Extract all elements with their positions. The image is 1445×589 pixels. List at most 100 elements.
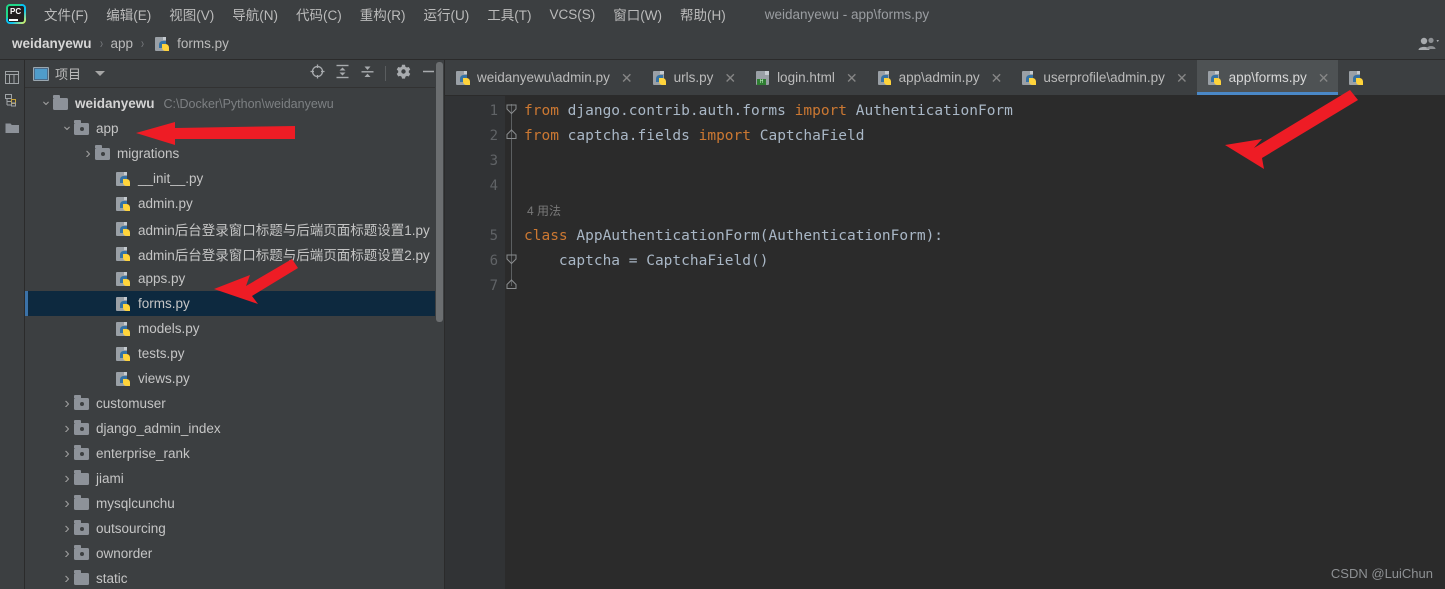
menu-edit[interactable]: 编辑(E) [97,1,160,27]
chevron-right-icon[interactable] [60,573,74,584]
python-file-icon [1022,70,1037,86]
tree-row[interactable]: enterprise_rank [25,441,444,466]
editor-tab-label: app\admin.py [898,70,980,85]
fold-expanded-icon[interactable] [506,104,517,115]
tree-row[interactable]: ownorder [25,541,444,566]
breadcrumb-item-app[interactable]: app [111,36,134,51]
close-icon[interactable]: ✕ [724,71,736,85]
close-icon[interactable]: ✕ [1318,71,1330,85]
menu-code[interactable]: 代码(C) [287,1,351,27]
project-tool-icon[interactable] [2,67,22,87]
chevron-down-icon[interactable] [39,101,53,107]
editor-tab-bar[interactable]: weidanyewu\admin.py ✕ urls.py ✕ Hlogin.html ✕… [445,60,1445,96]
chevron-right-icon[interactable] [60,473,74,484]
menu-help[interactable]: 帮助(H) [671,1,735,27]
chevron-down-icon[interactable] [60,126,74,132]
tree-row-label: ownorder [96,546,153,561]
tree-row[interactable]: admin后台登录窗口标题与后端页面标题设置2.py [25,241,444,266]
python-file-icon [155,36,172,52]
menu-navigate[interactable]: 导航(N) [223,1,287,27]
settings-gear-icon[interactable] [396,64,411,84]
menu-tools[interactable]: 工具(T) [478,1,540,27]
tree-row[interactable]: forms.py [25,291,444,316]
chevron-right-icon[interactable] [81,148,95,159]
pycharm-window: PC 文件(F) 编辑(E) 视图(V) 导航(N) 代码(C) 重构(R) 运… [0,0,1445,589]
editor-tab[interactable]: Hlogin.html ✕ [745,60,867,95]
fold-end-icon[interactable] [506,279,517,290]
tree-row[interactable]: outsourcing [25,516,444,541]
tree-row[interactable]: __init__.py [25,166,444,191]
menu-file[interactable]: 文件(F) [35,1,97,27]
chevron-right-icon[interactable] [60,498,74,509]
editor-tab-label: weidanyewu\admin.py [477,70,610,85]
close-icon[interactable]: ✕ [846,71,858,85]
chevron-right-icon[interactable] [60,523,74,534]
editor-tab[interactable]: app\forms.py ✕ [1196,60,1339,95]
chevron-right-icon[interactable] [60,448,74,459]
python-file-icon [116,221,133,237]
chevron-down-icon[interactable] [95,71,106,76]
people-icon[interactable] [1415,35,1441,53]
editor-tab[interactable]: app\admin.py ✕ [867,60,1012,95]
python-file-icon [652,70,668,86]
line-number: 2 [489,128,498,144]
project-tree[interactable]: weidanyewu C:\Docker\Python\weidanyewu app… [25,88,444,589]
favorites-tool-icon[interactable] [2,117,22,137]
code-editor[interactable]: 1234 567 from django.contrib.auth.forms … [445,96,1445,589]
menu-view[interactable]: 视图(V) [160,1,223,27]
chevron-right-icon[interactable] [60,423,74,434]
fold-expanded-icon[interactable] [506,254,517,265]
close-icon[interactable]: ✕ [621,71,633,85]
tree-row-label: app [96,121,119,136]
locate-file-icon[interactable] [310,64,325,84]
chevron-right-icon[interactable] [60,398,74,409]
line-number-gutter: 1 2 3 4 5 6 7 [445,96,505,589]
menu-run[interactable]: 运行(U) [415,1,479,27]
editor-tab[interactable]: urls.py ✕ [642,60,746,95]
hide-panel-icon[interactable] [421,64,436,84]
code-folding-gutter[interactable] [505,96,519,589]
breadcrumb-separator-icon: › [99,35,103,52]
menu-window[interactable]: 窗口(W) [604,1,671,27]
tree-row[interactable]: django_admin_index [25,416,444,441]
tree-row-label: admin.py [138,196,193,211]
tree-row[interactable]: customuser [25,391,444,416]
menu-vcs[interactable]: VCS(S) [541,4,605,25]
close-icon[interactable]: ✕ [1176,71,1188,85]
module-folder-icon [95,145,112,162]
code-text[interactable]: from django.contrib.auth.forms import Au… [519,96,1445,589]
python-file-icon [1349,70,1364,86]
tree-row[interactable]: weidanyewu C:\Docker\Python\weidanyewu [25,91,444,116]
close-icon[interactable]: ✕ [991,71,1003,85]
line-number: 6 [489,253,498,269]
expand-all-icon[interactable] [335,64,350,84]
breadcrumb-item-project[interactable]: weidanyewu [12,36,92,51]
usages-inlay-hint[interactable]: 4 用法 [519,199,1445,224]
fold-end-icon[interactable] [506,129,517,140]
tree-row[interactable]: admin.py [25,191,444,216]
chevron-right-icon[interactable] [60,548,74,559]
editor-tab[interactable]: weidanyewu\admin.py ✕ [445,60,642,95]
breadcrumb-item-file[interactable]: forms.py [177,36,229,51]
tree-row[interactable]: static [25,566,444,589]
tree-row[interactable]: migrations [25,141,444,166]
structure-tool-icon[interactable] [2,90,22,110]
collapse-all-icon[interactable] [360,64,375,84]
tree-row[interactable]: models.py [25,316,444,341]
scrollbar-thumb[interactable] [436,62,443,322]
window-title: weidanyewu - app\forms.py [764,6,930,22]
tree-row[interactable]: mysqlcunchu [25,491,444,516]
menu-refactor[interactable]: 重构(R) [351,1,415,27]
project-tree-scrollbar[interactable] [435,60,444,589]
editor-tab-label: urls.py [673,70,714,85]
tree-row[interactable]: admin后台登录窗口标题与后端页面标题设置1.py [25,216,444,241]
gutter-spacer [445,199,505,224]
project-view-icon [33,66,49,81]
editor-tab[interactable]: userprofile\admin.py ✕ [1011,60,1196,95]
tree-row[interactable]: apps.py [25,266,444,291]
tree-row[interactable]: views.py [25,366,444,391]
tree-row[interactable]: jiami [25,466,444,491]
tree-row[interactable]: app [25,116,444,141]
editor-tab-overflow[interactable] [1338,60,1373,95]
tree-row[interactable]: tests.py [25,341,444,366]
